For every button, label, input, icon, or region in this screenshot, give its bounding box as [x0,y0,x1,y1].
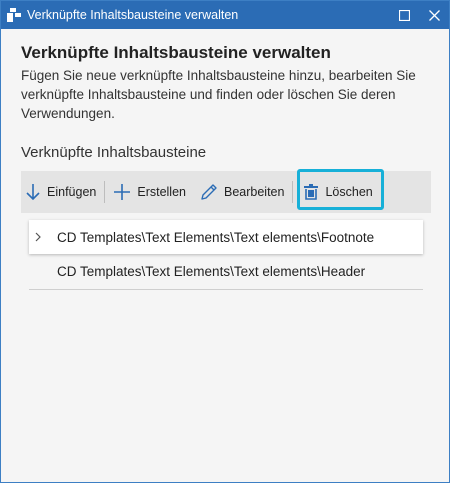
maximize-icon [398,9,410,21]
pencil-icon [201,184,217,200]
title-bar: Verknüpfte Inhaltsbausteine verwalten [1,1,449,29]
toolbar: Einfügen Erstellen Bearbeiten Löschen [21,171,431,213]
create-button[interactable]: Erstellen [109,171,190,213]
page-title: Verknüpfte Inhaltsbausteine verwalten [21,43,331,62]
page-description: Fügen Sie neue verknüpfte Inhaltsbaustei… [21,68,416,121]
linked-blocks-list: CD Templates\Text Elements\Text elements… [29,220,423,290]
arrow-down-icon [26,184,40,201]
dialog-window: Verknüpfte Inhaltsbausteine verwalten Ve… [0,0,450,483]
close-button[interactable] [419,1,449,29]
maximize-button[interactable] [389,1,419,29]
close-icon [428,9,440,21]
trash-icon [304,184,319,200]
edit-label: Bearbeiten [224,185,285,199]
app-icon [7,8,21,22]
insert-button[interactable]: Einfügen [21,171,100,213]
toolbar-separator [292,181,294,203]
insert-label: Einfügen [47,185,97,199]
list-item-label: CD Templates\Text Elements\Text elements… [57,229,375,245]
delete-label: Löschen [325,185,373,199]
list-item[interactable]: CD Templates\Text Elements\Text elements… [29,220,423,254]
chevron-right-icon[interactable] [34,232,50,242]
toolbar-separator [104,181,106,203]
list-item-label: CD Templates\Text Elements\Text elements… [57,264,366,279]
plus-icon [114,184,131,200]
list-item[interactable]: CD Templates\Text Elements\Text elements… [29,254,423,290]
section-label: Verknüpfte Inhaltsbausteine [21,144,207,161]
delete-button[interactable]: Löschen [299,171,376,213]
edit-button[interactable]: Bearbeiten [196,171,288,213]
window-title: Verknüpfte Inhaltsbausteine verwalten [27,8,239,22]
create-label: Erstellen [137,185,186,199]
